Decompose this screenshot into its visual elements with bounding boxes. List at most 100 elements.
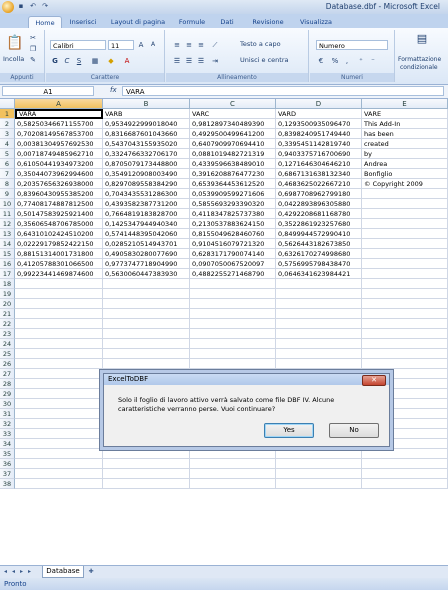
cell[interactable]	[190, 479, 276, 489]
row-header[interactable]: 34	[0, 439, 15, 449]
cell[interactable]	[103, 309, 190, 319]
cell[interactable]: 0,0907050067520097	[190, 259, 276, 269]
cell[interactable]: by	[362, 149, 448, 159]
row-header[interactable]: 1	[0, 109, 15, 119]
cell[interactable]: 0,0422893896305880	[276, 199, 362, 209]
cell[interactable]: Andrea	[362, 159, 448, 169]
cell[interactable]	[362, 189, 448, 199]
cell[interactable]: 0,5437043155935020	[103, 139, 190, 149]
cell[interactable]: 0,8398240951749440	[276, 129, 362, 139]
column-header-b[interactable]: B	[103, 99, 190, 109]
cell[interactable]: 0,8297089558384290	[103, 179, 190, 189]
cell[interactable]	[276, 449, 362, 459]
align-bottom-icon[interactable]: ≡	[196, 40, 206, 50]
indent-icon[interactable]: ⇥	[210, 56, 220, 66]
cell[interactable]	[190, 329, 276, 339]
cell[interactable]	[15, 409, 103, 419]
orientation-icon[interactable]: ⟋	[210, 40, 220, 50]
cell[interactable]: Bonfiglio	[362, 169, 448, 179]
row-header[interactable]: 32	[0, 419, 15, 429]
wrap-text-button[interactable]: Testo a capo	[240, 40, 281, 48]
cell[interactable]: 0,3395451142819740	[276, 139, 362, 149]
cell[interactable]	[276, 299, 362, 309]
cell[interactable]	[362, 469, 448, 479]
cell[interactable]	[276, 469, 362, 479]
cell[interactable]: 0,6867131638132340	[276, 169, 362, 179]
align-left-icon[interactable]: ☰	[172, 56, 182, 66]
cell[interactable]	[15, 449, 103, 459]
cell[interactable]	[103, 459, 190, 469]
cell[interactable]: 0,4118347825737380	[190, 209, 276, 219]
cell[interactable]	[190, 309, 276, 319]
cell[interactable]: 0,3522861923257680	[276, 219, 362, 229]
paste-button[interactable]: Incolla	[3, 55, 24, 63]
cell[interactable]	[15, 329, 103, 339]
cell[interactable]: 0,4393582387731200	[103, 199, 190, 209]
cell[interactable]	[15, 479, 103, 489]
cell[interactable]	[15, 389, 103, 399]
cell[interactable]	[15, 279, 103, 289]
cell[interactable]: 0,00718749485962710	[15, 149, 103, 159]
cell[interactable]: 0,9534922999018040	[103, 119, 190, 129]
row-header[interactable]: 35	[0, 449, 15, 459]
cell[interactable]: 0,6326170274998680	[276, 249, 362, 259]
cell[interactable]	[15, 469, 103, 479]
name-box[interactable]: A1	[2, 86, 94, 96]
prev-sheet-icon[interactable]: ◂	[10, 568, 17, 576]
row-header[interactable]: 17	[0, 269, 15, 279]
shrink-font-icon[interactable]: A	[148, 40, 158, 50]
cell[interactable]: 0,4905830280077690	[103, 249, 190, 259]
cell[interactable]: 0,99223441469874600	[15, 269, 103, 279]
cell[interactable]	[190, 349, 276, 359]
row-header[interactable]: 6	[0, 159, 15, 169]
row-header[interactable]: 21	[0, 309, 15, 319]
row-header[interactable]: 33	[0, 429, 15, 439]
cell[interactable]: 0,35044073962994600	[15, 169, 103, 179]
row-header[interactable]: 23	[0, 329, 15, 339]
cell[interactable]	[190, 289, 276, 299]
font-name-select[interactable]: Calibri	[50, 40, 106, 50]
last-sheet-icon[interactable]: ▸	[26, 568, 33, 576]
number-format-select[interactable]: Numero	[316, 40, 388, 50]
cell[interactable]	[362, 319, 448, 329]
cell[interactable]	[190, 319, 276, 329]
cell[interactable]: 0,58250346671155700	[15, 119, 103, 129]
cell[interactable]: 0,00381304957692530	[15, 139, 103, 149]
cell[interactable]	[15, 459, 103, 469]
cell[interactable]	[103, 329, 190, 339]
font-size-select[interactable]: 11	[108, 40, 134, 50]
cell[interactable]	[15, 359, 103, 369]
cell[interactable]	[15, 399, 103, 409]
formula-input[interactable]: VARA	[122, 86, 444, 96]
row-header[interactable]: 10	[0, 199, 15, 209]
column-header-d[interactable]: D	[276, 99, 362, 109]
cell[interactable]	[15, 379, 103, 389]
row-header[interactable]: 12	[0, 219, 15, 229]
cell[interactable]	[362, 259, 448, 269]
conditional-format-line1[interactable]: Formattazione	[398, 56, 441, 63]
borders-icon[interactable]: ▦	[90, 56, 100, 66]
row-header[interactable]: 18	[0, 279, 15, 289]
cell[interactable]: created	[362, 139, 448, 149]
cell[interactable]	[362, 219, 448, 229]
column-header-e[interactable]: E	[362, 99, 448, 109]
increase-decimal-icon[interactable]: ⁺	[356, 56, 366, 66]
merge-center-button[interactable]: Unisci e centra	[240, 56, 288, 64]
cell[interactable]: 0,8705079173448800	[103, 159, 190, 169]
cell[interactable]: 0,83960430955385200	[15, 189, 103, 199]
tab-revisione[interactable]: Revisione	[246, 16, 290, 28]
underline-button[interactable]: S	[74, 56, 84, 66]
cell[interactable]	[362, 239, 448, 249]
cell[interactable]	[276, 329, 362, 339]
no-button[interactable]: No	[329, 423, 379, 438]
row-header[interactable]: 2	[0, 119, 15, 129]
cell[interactable]: 0,02229179852422150	[15, 239, 103, 249]
row-header[interactable]: 28	[0, 379, 15, 389]
cell[interactable]	[15, 429, 103, 439]
cell[interactable]	[103, 449, 190, 459]
cell[interactable]	[103, 299, 190, 309]
conditional-format-icon[interactable]: ▤	[414, 33, 430, 48]
cell[interactable]	[190, 449, 276, 459]
cell[interactable]: 0,4339596638489010	[190, 159, 276, 169]
select-all-corner[interactable]	[0, 99, 15, 109]
